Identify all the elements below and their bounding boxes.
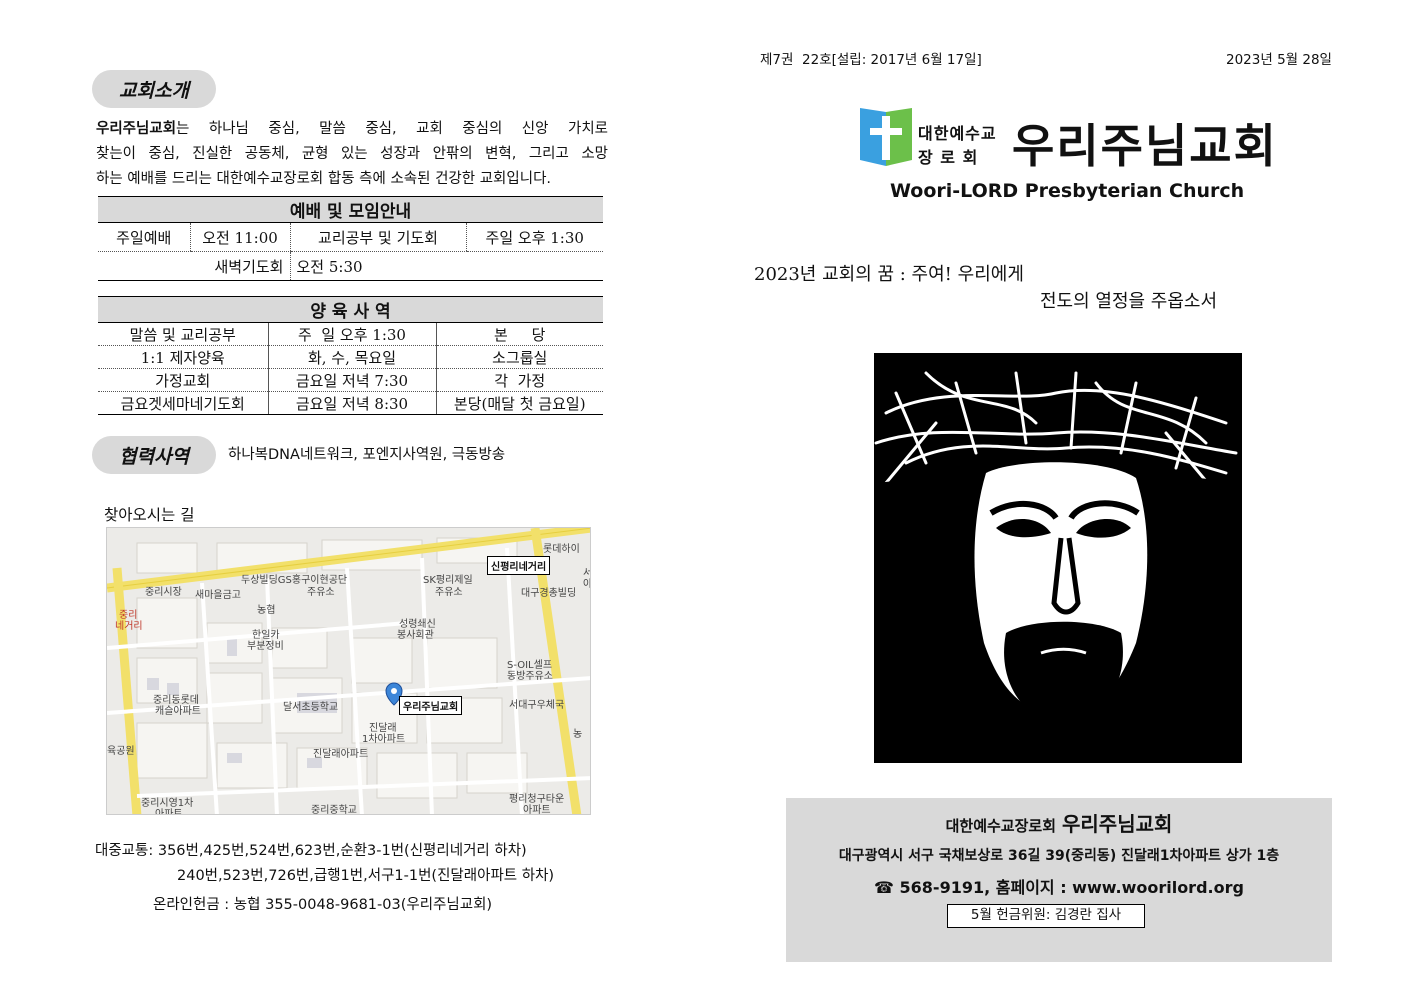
nurture-title: 양 육 사 역 xyxy=(98,296,603,323)
map-label: 농 xyxy=(573,729,583,740)
online-offering: 온라인헌금 : 농협 355-0048-9681-03(우리주님교회) xyxy=(153,897,493,913)
worship-cell-empty xyxy=(466,251,603,281)
map-label: 달서초등학교 xyxy=(283,702,339,713)
table-row: 금요겟세마네기도회 금요일 저녁 8:30 본당(매달 첫 금요일) xyxy=(98,391,603,415)
worship-cell: 오전 5:30 xyxy=(289,251,466,281)
map-label: 중리중학교 xyxy=(311,805,357,815)
nurture-cell: 본 당 xyxy=(435,322,603,346)
nurture-cell: 각 가정 xyxy=(435,368,603,392)
map-label: 주유소 xyxy=(307,587,335,598)
logo-sub2: 장 로 회 xyxy=(918,148,979,167)
issue-info: 제7권 22호[설립: 2017년 6월 17일] xyxy=(760,52,982,68)
coop-text: 하나복DNA네트워크, 포엔지사역원, 극동방송 xyxy=(228,447,506,463)
footer-denomination: 대한예수교장로회 xyxy=(945,817,1056,835)
vision-line1: 2023년 교회의 꿈 : 주여! 우리에게 xyxy=(754,264,1024,285)
worship-cell: 주일예배 xyxy=(98,222,190,252)
intro-line1: 는 하나님 중심, 말씀 중심, 교회 중심의 신앙 가치로 xyxy=(176,121,608,137)
nurture-cell: 주 일 오후 1:30 xyxy=(267,322,436,346)
intro-line2: 찾는이 중심, 진실한 공동체, 균형 있는 성장과 안팎의 변혁, 그리고 소… xyxy=(96,146,608,162)
footer-address: 대구광역시 서구 국채보상로 36길 39(중리동) 진달래1차아파트 상가 1… xyxy=(838,848,1280,864)
map-label: 네거리 xyxy=(115,621,143,632)
intro-line3: 하는 예배를 드리는 대한예수교장로회 합동 측에 소속된 건강한 교회입니다. xyxy=(96,171,552,187)
transit-info: 대중교통: 356번,425번,524번,623번,순환3-1번(신평리네거리 … xyxy=(95,839,554,889)
intro-paragraph: 우리주님교회는 하나님 중심, 말씀 중심, 교회 중심의 신앙 가치로 찾는이… xyxy=(96,117,608,192)
map-label: 롯데하이 xyxy=(543,544,580,555)
map-box-intersection: 신평리네거리 xyxy=(487,556,551,575)
map-label: 캐슬아파트 xyxy=(155,706,201,717)
worship-cell: 오전 11:00 xyxy=(189,222,290,252)
worship-table: 예배 및 모임안내 주일예배 오전 11:00 교리공부 및 기도회 주일 오후… xyxy=(98,196,603,281)
map-label: 아파트 xyxy=(155,809,183,815)
map-label: 육공원 xyxy=(107,746,135,757)
nurture-cell: 금요일 저녁 8:30 xyxy=(267,391,436,415)
footer-contact: ☎ 568-9191, 홈페이지 : www.woorilord.org xyxy=(874,878,1244,897)
map-label: 진달래아파트 xyxy=(313,749,369,760)
table-row: 1:1 제자양육 화, 수, 목요일 소그룹실 xyxy=(98,345,603,369)
transit-line1: 대중교통: 356번,425번,524번,623번,순환3-1번(신평리네거리 … xyxy=(95,843,527,859)
nurture-cell: 본당(매달 첫 금요일) xyxy=(435,391,603,415)
vision-line2: 전도의 열정을 주옵소서 xyxy=(1040,291,1218,312)
nurture-cell: 1:1 제자양육 xyxy=(98,345,268,369)
map-label: 대구경총빌딩 xyxy=(521,588,577,599)
worship-cell: 교리공부 및 기도회 xyxy=(289,222,466,252)
table-row: 말씀 및 교리공부 주 일 오후 1:30 본 당 xyxy=(98,322,603,346)
logo-church-name: 우리주님교회 xyxy=(1012,119,1278,173)
map-label: 농협 xyxy=(257,605,276,616)
worship-cell-empty xyxy=(98,251,190,281)
location-map: 롯데하이 중리시장 새마을금고 두상빌딩GS홍구이현공단 주유소 SK평리제일 … xyxy=(106,527,591,815)
nurture-cell: 금요겟세마네기도회 xyxy=(98,391,268,415)
map-label: 서대구우체국 xyxy=(509,700,565,711)
worship-cell: 주일 오후 1:30 xyxy=(465,222,603,252)
nurture-table: 양 육 사 역 말씀 및 교리공부 주 일 오후 1:30 본 당 1:1 제자… xyxy=(98,296,603,415)
logo-denomination: 대한예수교 장 로 회 xyxy=(918,122,997,170)
nurture-cell: 화, 수, 목요일 xyxy=(267,345,436,369)
map-label: 아파트 xyxy=(523,805,551,815)
offering-member-box: 5월 헌금위원: 김경란 집사 xyxy=(947,904,1145,928)
coop-heading: 협력사역 xyxy=(92,436,216,474)
issue-date: 2023년 5월 28일 xyxy=(1226,52,1332,68)
logo-english-name: Woori-LORD Presbyterian Church xyxy=(890,180,1245,202)
map-label: 아 xyxy=(583,575,590,590)
map-label: 부분정비 xyxy=(247,641,284,652)
map-label: 1차아파트 xyxy=(362,734,406,745)
footer-church-name: 대한예수교장로회 우리주님교회 xyxy=(786,808,1332,837)
church-info-footer: 대한예수교장로회 우리주님교회 대구광역시 서구 국채보상로 36길 39(중리동… xyxy=(786,798,1332,962)
logo-sub1: 대한예수교 xyxy=(918,124,997,143)
map-box-church: 우리주님교회 xyxy=(399,696,463,715)
transit-line2: 240번,523번,726번,급행1번,서구1-1번(진달래아파트 하차) xyxy=(177,868,555,884)
map-label: 봉사회관 xyxy=(397,630,434,641)
worship-cell: 새벽기도회 xyxy=(190,251,290,281)
intro-heading: 교회소개 xyxy=(92,70,216,108)
cross-logo-icon xyxy=(860,108,912,166)
map-label: 주유소 xyxy=(435,587,463,598)
map-label: 중리시장 xyxy=(145,587,182,598)
nurture-cell: 말씀 및 교리공부 xyxy=(98,322,268,346)
jesus-portrait-image xyxy=(866,353,1247,771)
nurture-cell: 소그룹실 xyxy=(435,345,603,369)
directions-title: 찾아오시는 길 xyxy=(104,506,195,524)
map-label: 동방주유소 xyxy=(507,671,553,682)
church-name-bold: 우리주님교회 xyxy=(96,121,177,137)
table-row: 가정교회 금요일 저녁 7:30 각 가정 xyxy=(98,368,603,392)
map-label: 새마을금고 xyxy=(195,590,241,601)
footer-name-big: 우리주님교회 xyxy=(1062,812,1173,836)
worship-title: 예배 및 모임안내 xyxy=(98,196,603,223)
nurture-cell: 금요일 저녁 7:30 xyxy=(267,368,436,392)
nurture-cell: 가정교회 xyxy=(98,368,268,392)
